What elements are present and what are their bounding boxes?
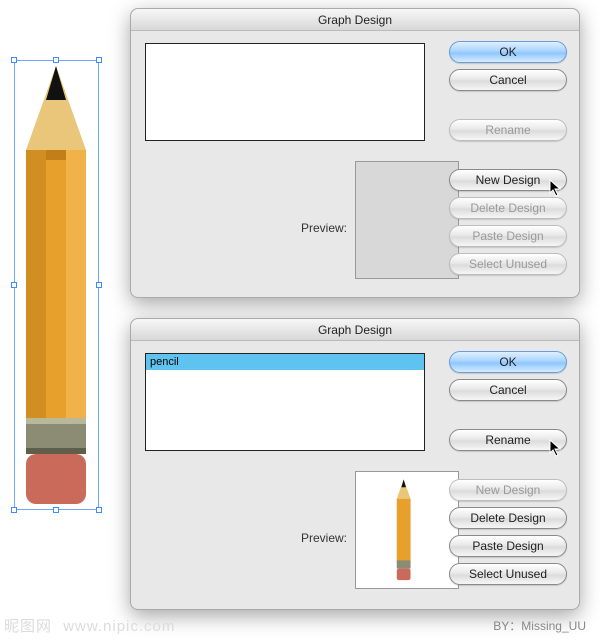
selection-bounding-box — [14, 60, 99, 510]
list-item[interactable]: pencil — [146, 354, 424, 370]
resize-handle[interactable] — [11, 507, 17, 513]
dialog-title: Graph Design — [131, 9, 579, 31]
graph-design-dialog-empty: Graph Design Preview: OK Cancel Rename N… — [130, 8, 580, 298]
delete-design-button: Delete Design — [449, 197, 567, 219]
graph-design-dialog-pencil: Graph Design pencil Preview: OK Cancel R… — [130, 318, 580, 610]
cancel-button[interactable]: Cancel — [449, 69, 567, 91]
preview-pencil-icon — [356, 472, 460, 590]
ok-button[interactable]: OK — [449, 41, 567, 63]
preview-label: Preview: — [301, 531, 347, 545]
rename-button[interactable]: Rename — [449, 429, 567, 451]
preview-label: Preview: — [301, 221, 347, 235]
design-list[interactable] — [145, 43, 425, 141]
delete-design-button[interactable]: Delete Design — [449, 507, 567, 529]
canvas-pencil-selection[interactable] — [14, 60, 99, 510]
dialog-title: Graph Design — [131, 319, 579, 341]
select-unused-button[interactable]: Select Unused — [449, 563, 567, 585]
select-unused-button: Select Unused — [449, 253, 567, 275]
watermark-site: 昵图网 — [4, 618, 52, 635]
design-list[interactable]: pencil — [145, 353, 425, 451]
rename-button: Rename — [449, 119, 567, 141]
watermark-url: www.nipic.com — [63, 618, 175, 635]
resize-handle[interactable] — [11, 282, 17, 288]
resize-handle[interactable] — [53, 57, 59, 63]
dialog-buttons: OK Cancel Rename New Design Delete Desig… — [449, 41, 567, 275]
credit-text: BY：Missing_UU — [493, 617, 586, 634]
resize-handle[interactable] — [11, 57, 17, 63]
paste-design-button: Paste Design — [449, 225, 567, 247]
preview-box — [355, 471, 459, 589]
watermark: 昵图网 www.nipic.com — [4, 615, 175, 636]
resize-handle[interactable] — [96, 282, 102, 288]
new-design-button: New Design — [449, 479, 567, 501]
cancel-button[interactable]: Cancel — [449, 379, 567, 401]
preview-box — [355, 161, 459, 279]
dialog-buttons: OK Cancel Rename New Design Delete Desig… — [449, 351, 567, 585]
resize-handle[interactable] — [53, 507, 59, 513]
new-design-button[interactable]: New Design — [449, 169, 567, 191]
paste-design-button[interactable]: Paste Design — [449, 535, 567, 557]
ok-button[interactable]: OK — [449, 351, 567, 373]
resize-handle[interactable] — [96, 57, 102, 63]
resize-handle[interactable] — [96, 507, 102, 513]
